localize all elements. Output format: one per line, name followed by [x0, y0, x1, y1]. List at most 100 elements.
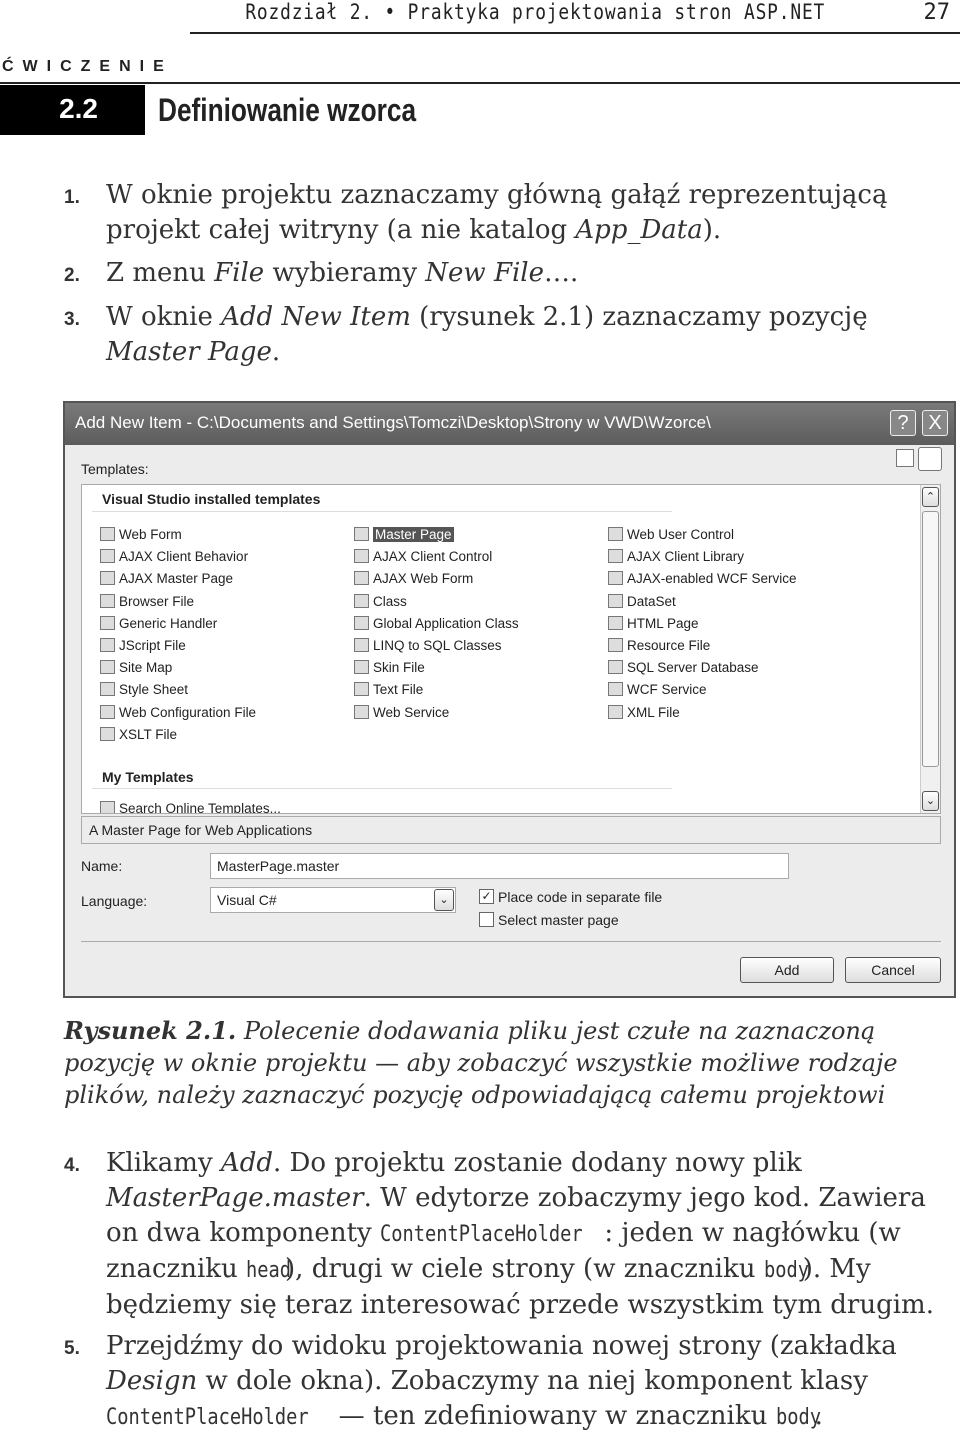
template-icon — [608, 549, 623, 564]
template-item[interactable]: Web User Control — [608, 527, 734, 542]
scroll-down-icon[interactable]: ⌄ — [922, 791, 939, 811]
template-item[interactable]: Web Form — [100, 527, 182, 542]
template-label: Global Application Class — [373, 615, 519, 631]
template-label: AJAX Client Behavior — [119, 549, 249, 565]
template-label: AJAX Client Control — [373, 549, 493, 565]
template-item[interactable]: AJAX Web Form — [354, 571, 473, 586]
template-item[interactable]: Resource File — [608, 638, 710, 653]
template-item[interactable]: AJAX Client Control — [354, 549, 492, 564]
template-item[interactable]: Browser File — [100, 593, 195, 609]
template-item[interactable]: JScript File — [100, 638, 186, 653]
template-label: Skin File — [373, 660, 425, 676]
help-button[interactable]: ? — [890, 410, 916, 436]
template-label: Style Sheet — [119, 682, 189, 698]
chevron-down-icon[interactable]: ⌄ — [434, 889, 454, 911]
template-label: WCF Service — [627, 682, 707, 698]
template-icon — [354, 549, 369, 564]
template-item[interactable]: XML File — [608, 704, 680, 720]
template-item[interactable]: SQL Server Database — [608, 660, 759, 675]
template-item[interactable]: WCF Service — [608, 682, 707, 697]
template-icon — [608, 682, 623, 697]
divider — [81, 941, 941, 942]
template-item[interactable]: AJAX Client Behavior — [100, 549, 248, 564]
template-icon — [100, 682, 115, 697]
template-item[interactable]: Skin File — [354, 660, 425, 675]
close-button[interactable]: X — [922, 410, 948, 436]
step-5: 5. Przejdźmy do widoku projektowania nowe… — [64, 1329, 954, 1435]
template-item[interactable]: Site Map — [100, 660, 172, 675]
template-item[interactable]: Class — [354, 593, 407, 609]
divider — [0, 82, 960, 84]
template-label: Web Configuration File — [119, 704, 257, 720]
template-item[interactable]: Generic Handler — [100, 615, 218, 631]
template-icon — [100, 638, 115, 652]
template-label: Site Map — [119, 660, 173, 676]
template-item[interactable]: DataSet — [608, 593, 676, 609]
template-item[interactable]: XSLT File — [100, 726, 177, 742]
template-label: Master Page — [373, 527, 454, 542]
template-item[interactable]: AJAX Master Page — [100, 571, 233, 586]
template-icon — [608, 593, 623, 608]
figure-caption: Rysunek 2.1. Polecenie dodawania pliku j… — [64, 1016, 898, 1109]
template-item[interactable]: Global Application Class — [354, 615, 519, 631]
place-code-checkbox[interactable]: ✓ — [479, 889, 494, 904]
template-item[interactable]: Web Configuration File — [100, 704, 257, 720]
template-label: AJAX Web Form — [373, 571, 474, 587]
page-number: 27 — [923, 0, 951, 25]
template-item[interactable]: AJAX Client Library — [608, 549, 744, 564]
template-icon — [608, 571, 623, 586]
add-new-item-dialog: Add New Item - C:\Documents and Settings… — [63, 401, 956, 998]
template-label: HTML Page — [627, 615, 699, 631]
template-label: LINQ to SQL Classes — [373, 638, 502, 653]
template-item[interactable]: Text File — [354, 682, 423, 697]
name-label: Name: — [81, 858, 123, 874]
template-label: Web User Control — [627, 527, 735, 542]
template-icon — [100, 704, 115, 719]
templates-list: Visual Studio installed templates Web Fo… — [81, 484, 941, 814]
template-item[interactable]: Search Online Templates... — [100, 801, 281, 813]
template-item[interactable]: Style Sheet — [100, 682, 188, 697]
select-master-checkbox[interactable] — [479, 912, 494, 927]
exercise-label: ĆWICZENIE — [2, 58, 173, 75]
step-number: 3. — [64, 309, 80, 330]
step-text: W oknie Add New Item (rysunek 2.1) zazna… — [106, 302, 868, 367]
template-item[interactable]: Master Page — [354, 527, 454, 542]
template-item[interactable]: AJAX-enabled WCF Service — [608, 571, 797, 586]
name-input[interactable]: MasterPage.master — [210, 853, 789, 879]
template-icon — [100, 615, 115, 630]
divider — [190, 32, 960, 34]
template-icon — [608, 615, 623, 630]
step-text: Przejdźmy do widoku projektowania nowej … — [106, 1331, 897, 1431]
scrollbar[interactable]: ⌃ ⌄ — [920, 485, 940, 813]
cancel-button[interactable]: Cancel — [845, 957, 941, 983]
template-label: JScript File — [119, 638, 186, 653]
step-2: 2. Z menu File wybieramy New File…. — [64, 256, 954, 291]
template-label: Generic Handler — [119, 615, 218, 631]
step-4: 4. Klikamy Add. Do projektu zostanie doda… — [64, 1146, 954, 1323]
place-code-label: Place code in separate file — [498, 889, 663, 905]
template-item[interactable]: HTML Page — [608, 615, 699, 631]
template-label: Browser File — [119, 593, 195, 609]
scroll-thumb[interactable] — [922, 511, 939, 767]
step-1: 1. W oknie projektu zaznaczamy główną gał… — [64, 178, 954, 248]
template-item[interactable]: Web Service — [354, 704, 450, 720]
template-item[interactable]: LINQ to SQL Classes — [354, 638, 502, 653]
large-icons-view-icon[interactable] — [896, 449, 914, 467]
language-label: Language: — [81, 893, 148, 909]
step-number: 2. — [64, 265, 80, 286]
group-header: My Templates — [102, 769, 194, 785]
language-select[interactable]: Visual C# ⌄ — [210, 887, 456, 913]
template-icon — [354, 527, 369, 541]
template-icon — [100, 571, 115, 586]
template-label: Web Service — [373, 704, 450, 720]
exercise-number: 2.2 — [0, 85, 145, 135]
step-3: 3. W oknie Add New Item (rysunek 2.1) zaz… — [64, 300, 954, 370]
template-label: Text File — [373, 682, 424, 698]
scroll-up-icon[interactable]: ⌃ — [922, 487, 939, 507]
template-label: DataSet — [627, 593, 676, 609]
add-button[interactable]: Add — [740, 957, 834, 983]
small-icons-view-icon[interactable] — [918, 447, 942, 471]
template-label: Resource File — [627, 638, 711, 653]
template-label: AJAX-enabled WCF Service — [627, 571, 797, 587]
template-label: SQL Server Database — [627, 660, 759, 676]
